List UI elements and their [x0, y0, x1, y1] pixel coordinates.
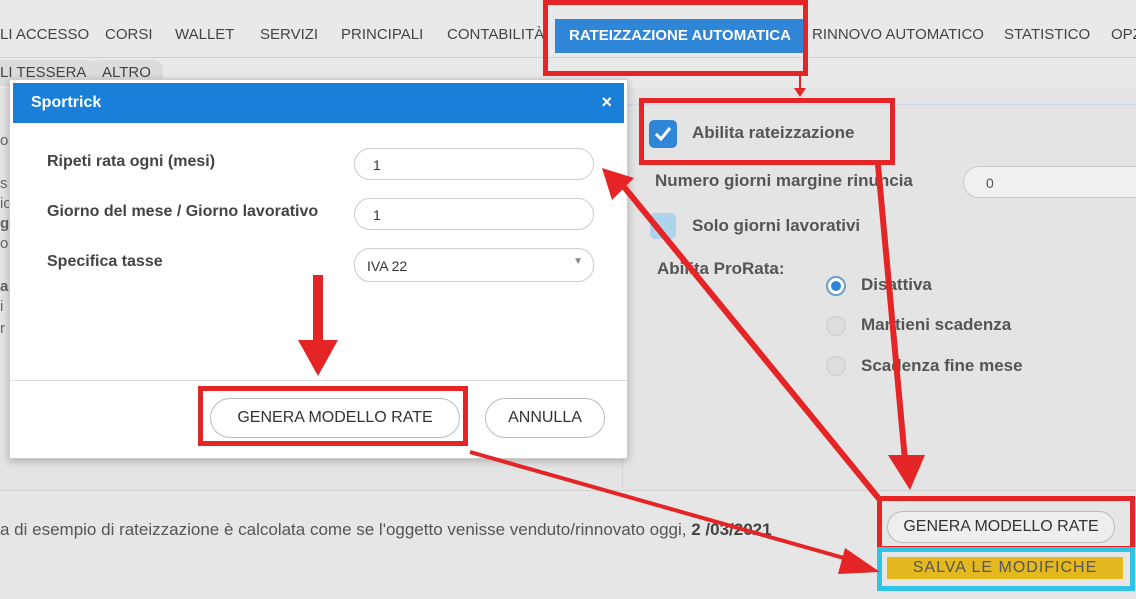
annotation-arrows — [298, 76, 925, 574]
